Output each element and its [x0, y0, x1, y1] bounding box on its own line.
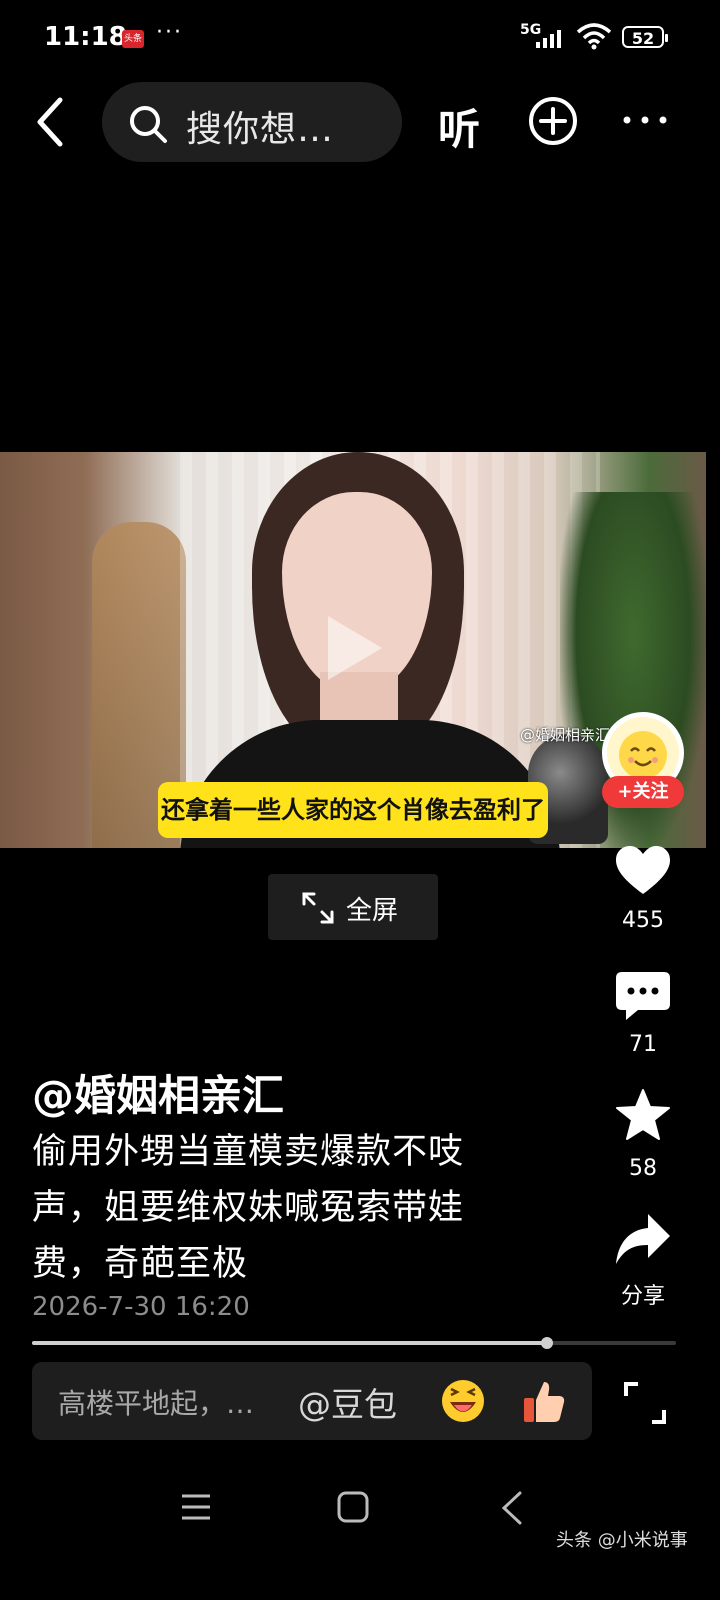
- video-watermark: @婚姻相亲汇: [520, 726, 611, 744]
- post-author[interactable]: @婚姻相亲汇: [32, 1062, 284, 1123]
- wifi-icon: [576, 23, 612, 50]
- listen-button[interactable]: 听: [438, 96, 480, 157]
- back-button[interactable]: [30, 96, 78, 148]
- like-count: 455: [622, 908, 664, 933]
- search-icon: [130, 106, 167, 143]
- post-title: 偷用外甥当童模卖爆款不吱声，姐要维权妹喊冤索带娃费，奇葩至极: [32, 1132, 465, 1284]
- heart-icon[interactable]: [614, 844, 672, 898]
- video-progress-fill: [32, 1341, 547, 1345]
- thumbs-up-emoji-icon[interactable]: [520, 1378, 568, 1426]
- nav-back-button[interactable]: [498, 1490, 526, 1526]
- add-button[interactable]: [528, 96, 578, 146]
- favorite-count: 58: [629, 1156, 657, 1181]
- expand-arrows-icon: [302, 892, 334, 924]
- notification-more-icon: ···: [156, 20, 183, 45]
- comment-bubble-icon[interactable]: [614, 970, 672, 1024]
- video-subtitle: 还拿着一些人家的这个肖像去盈利了: [158, 782, 548, 838]
- fullscreen-label[interactable]: 全屏: [346, 890, 398, 927]
- play-icon[interactable]: [322, 612, 386, 684]
- expand-icon[interactable]: [622, 1380, 668, 1426]
- mention-doubao-button[interactable]: @豆包: [298, 1378, 397, 1426]
- comment-count: 71: [629, 1032, 657, 1057]
- more-dots-icon: [623, 116, 667, 124]
- toutiao-app-icon: 头条: [122, 30, 144, 48]
- follow-button[interactable]: +关注: [602, 776, 684, 808]
- search-placeholder[interactable]: 搜你想…: [186, 100, 334, 152]
- status-time: 11:18: [44, 22, 127, 52]
- plus-circle-icon: [529, 97, 577, 145]
- nav-recents-button[interactable]: [180, 1492, 212, 1522]
- footer-watermark: 头条 @小米说事: [556, 1530, 688, 1551]
- nav-home-button[interactable]: [336, 1490, 370, 1524]
- laughing-emoji-icon[interactable]: [440, 1378, 486, 1424]
- video-progress-thumb[interactable]: [541, 1337, 553, 1349]
- back-chevron-icon: [37, 97, 63, 147]
- battery-indicator: 52: [622, 26, 668, 48]
- share-arrow-icon[interactable]: [614, 1212, 672, 1266]
- star-icon[interactable]: [614, 1088, 672, 1142]
- share-label[interactable]: 分享: [600, 1278, 686, 1310]
- more-button[interactable]: [622, 100, 668, 140]
- video-player[interactable]: @婚姻相亲汇 还拿着一些人家的这个肖像去盈利了: [0, 452, 706, 848]
- signal-icon: [536, 28, 561, 48]
- comment-placeholder[interactable]: 高楼平地起，…: [58, 1382, 254, 1422]
- post-date: 2026-7-30 16:20: [32, 1292, 250, 1322]
